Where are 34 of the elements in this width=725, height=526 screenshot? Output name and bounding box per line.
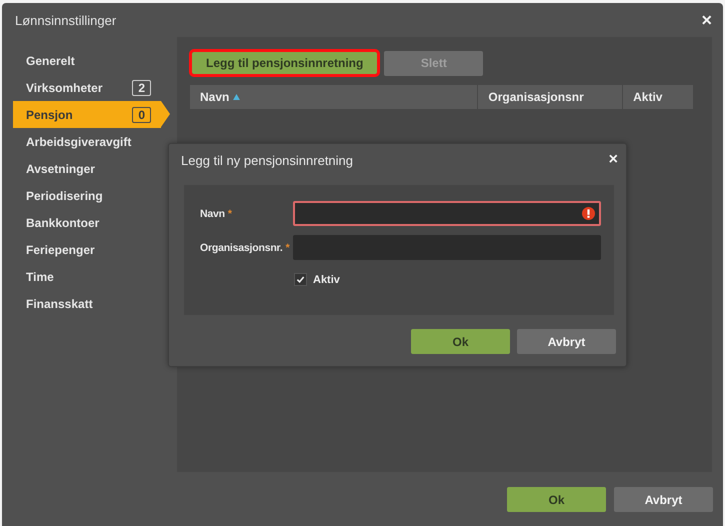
field-label: Navn [200,208,225,220]
close-button[interactable]: × [606,152,620,168]
sidebar-item[interactable]: Avsetninger [13,155,161,182]
add-button[interactable]: Legg til pensjonsinnretning [192,52,378,74]
sidebar-item[interactable]: Finansskatt [13,290,161,317]
ok-button[interactable]: Ok [507,487,606,512]
count-badge: 2 [132,80,151,96]
count-badge: 0 [132,106,151,122]
checkbox[interactable] [294,273,307,286]
sidebar-label: Pensjon [26,108,73,122]
sidebar-item[interactable]: Virksomheter 2 [13,74,161,101]
sidebar-item[interactable]: Arbeidsgiveravgift [13,128,161,155]
sidebar-item[interactable]: Time [13,263,161,290]
sidebar-label: Virksomheter [26,80,102,94]
field-label: Organisasjonsnr. [200,242,283,254]
sidebar-item[interactable]: Generelt [13,47,161,74]
cancel-button[interactable]: Avbryt [614,487,713,512]
window-title: Lønnsinnstillinger [15,12,116,28]
checkbox-label: Aktiv [313,274,340,286]
cancel-button[interactable]: Avbryt [517,329,616,354]
column-header[interactable]: Organisasjonsnr [478,85,622,109]
error-icon [582,207,595,220]
close-button[interactable]: × [699,12,714,28]
input-field[interactable] [293,235,601,260]
input-field[interactable] [293,201,601,226]
required-mark: * [228,208,232,220]
required-mark: * [286,242,290,254]
column-header[interactable]: Aktiv [623,85,693,109]
dialog-title: Legg til ny pensjonsinnretning [181,152,354,168]
sidebar-item[interactable]: Periodisering [13,182,161,209]
sidebar-item[interactable]: Feriepenger [13,236,161,263]
sidebar-item[interactable]: Bankkontoer [13,209,161,236]
column-header[interactable]: Navn [190,85,478,109]
ok-button[interactable]: Ok [411,329,510,354]
